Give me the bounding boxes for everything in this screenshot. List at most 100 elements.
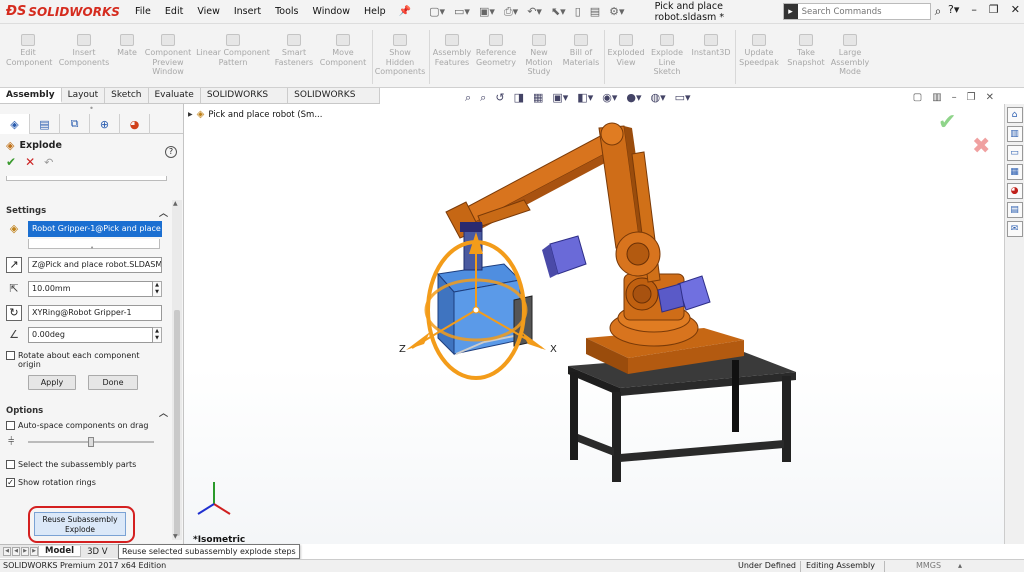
take-snapshot-button[interactable]: Take Snapshot [784,34,828,67]
edit-appearance-icon[interactable]: ●▾ [626,91,641,105]
units-system[interactable]: MMGS [916,560,941,572]
scroll-up-icon[interactable]: ▲ [173,200,178,207]
panel-grip[interactable]: • [0,104,183,114]
rebuild-icon[interactable]: ▯ [575,5,581,18]
pin-icon[interactable]: 📌 [399,6,411,17]
options-gear-icon[interactable]: ⚙▾ [609,5,624,18]
auto-space-checkbox-row[interactable]: Auto-space components on drag [6,421,148,430]
component-selection-field[interactable]: Robot Gripper-1@Pick and place [28,220,162,237]
menu-window[interactable]: Window [306,6,357,17]
panel-scrollbar[interactable]: ▲ ▼ [172,200,182,540]
direction-field[interactable]: Z@Pick and place robot.SLDASM [28,256,162,273]
viewport-split-icon[interactable]: ▢ [913,92,922,103]
save-icon[interactable]: ▣▾ [479,5,495,18]
dimxpert-tab-icon[interactable]: ⊕ [90,114,120,134]
viewport-tile-icon[interactable]: ▥ [932,92,941,103]
file-explorer-icon[interactable]: ▭ [1006,145,1023,161]
display-style-icon[interactable]: ◧▾ [577,91,593,105]
design-library-icon[interactable]: ▥ [1006,126,1023,142]
view-settings-icon[interactable]: ▭▾ [675,91,691,105]
view-palette-icon[interactable]: ▦ [1006,164,1023,180]
smart-fasteners-button[interactable]: Smart Fasteners [272,34,316,67]
tab-addins[interactable]: SOLIDWORKS Add-Ins [201,88,289,115]
slider-handle[interactable] [88,437,94,447]
search-magnifier-icon[interactable]: ⌕ [935,4,942,19]
instant3d-button[interactable]: Instant3D [688,34,734,58]
menu-file[interactable]: File [128,6,158,17]
tab-layout[interactable]: Layout [62,88,106,103]
insert-components-button[interactable]: Insert Components [56,34,112,67]
mate-button[interactable]: Mate [112,34,142,58]
select-icon[interactable]: ⬉▾ [551,5,566,18]
configuration-manager-tab-icon[interactable]: ⧉ [60,114,90,134]
select-subassembly-checkbox-row[interactable]: Select the subassembly parts [6,460,136,469]
new-motion-study-button[interactable]: New Motion Study [520,34,558,77]
viewport-minimize-icon[interactable]: – [952,92,957,103]
scroll-down-icon[interactable]: ▼ [173,533,178,540]
rotation-axis-field[interactable]: XYRing@Robot Gripper-1 [28,304,162,321]
graphics-area[interactable]: ▶ ◈ Pick and place robot (Sm... ✔ ✖ Z X … [184,104,1004,544]
zoom-area-icon[interactable]: ⌕ [480,91,486,105]
zoom-to-fit-icon[interactable]: ⌕ [465,91,471,105]
search-input[interactable] [801,6,892,17]
resize-grip-icon[interactable]: • [90,244,94,252]
rotation-axis-icon[interactable]: ↻ [6,304,22,321]
section-view-icon[interactable]: ◨ [514,91,524,105]
component-preview-button[interactable]: Component Preview Window [141,34,195,77]
tab-assembly[interactable]: Assembly [0,88,62,103]
rotate-each-checkbox-row[interactable]: Rotate about each component origin [6,351,156,369]
view-orientation-icon[interactable]: ▣▾ [552,91,568,105]
tab-evaluate[interactable]: Evaluate [149,88,201,103]
direction-arrow-icon[interactable]: ↗ [6,256,22,273]
apply-button[interactable]: Apply [28,375,76,390]
linear-pattern-button[interactable]: Linear Component Pattern [195,34,271,67]
distance-spinner[interactable]: ▲ ▼ [153,280,162,297]
tab-sketch[interactable]: Sketch [105,88,149,103]
menu-help[interactable]: Help [357,6,393,17]
edit-component-button[interactable]: Edit Component [6,34,52,67]
tab-model[interactable]: Model [38,546,82,557]
cancel-x-icon[interactable]: ✕ [25,155,35,169]
open-icon[interactable]: ▭▾ [454,5,470,18]
collapse-chevron-icon[interactable]: ︿ [159,206,168,219]
undo-icon[interactable]: ↶ [44,156,53,169]
distance-input[interactable]: 10.00mm [28,280,153,297]
last-tab-icon[interactable]: ▶ [30,547,38,556]
help-dropdown-icon[interactable]: ?▾ [948,3,959,16]
next-tab-icon[interactable]: ▶ [21,547,29,556]
feature-manager-tab-icon[interactable]: ◈ [0,114,30,134]
undo-icon[interactable]: ↶▾ [527,5,542,18]
new-document-icon[interactable]: ▢▾ [429,5,445,18]
scrollbar-thumb[interactable] [174,310,180,536]
previous-view-icon[interactable]: ↺ [495,91,504,105]
large-assembly-mode-button[interactable]: Large Assembly Mode [828,34,872,77]
solidworks-forum-icon[interactable]: ✉ [1006,221,1023,237]
dynamic-annotation-icon[interactable]: ▦ [533,91,543,105]
spacing-slider[interactable] [28,437,154,447]
show-rings-checkbox-row[interactable]: ✓ Show rotation rings [6,478,96,487]
tab-3d-views[interactable]: 3D V [81,547,113,557]
robot-model[interactable] [184,104,1004,544]
show-hidden-button[interactable]: Show Hidden Components [374,34,426,77]
auto-space-checkbox[interactable] [6,421,15,430]
menu-view[interactable]: View [190,6,227,17]
viewport-close-icon[interactable]: ✕ [986,92,994,103]
solidworks-logo[interactable]: ƉS SOLIDWORKS [0,4,128,19]
units-dropdown-icon[interactable]: ▴ [958,560,962,572]
reference-geometry-button[interactable]: Reference Geometry [474,34,518,67]
exploded-view-button[interactable]: Exploded View [605,34,647,67]
print-icon[interactable]: ⎙▾ [504,5,518,19]
show-rings-checkbox[interactable]: ✓ [6,478,15,487]
viewport-restore-icon[interactable]: ❐ [967,92,976,103]
bill-of-materials-button[interactable]: Bill of Materials [559,34,603,67]
close-icon[interactable]: ✕ [1011,3,1020,16]
update-speedpak-button[interactable]: Update Speedpak [736,34,782,67]
appearances-icon[interactable]: ◕ [1006,183,1023,199]
done-button[interactable]: Done [88,375,138,390]
prev-tab-icon[interactable]: ◀ [12,547,20,556]
options-section-header[interactable]: Options ︿ [6,406,168,419]
apply-scene-icon[interactable]: ◍▾ [650,91,665,105]
file-properties-icon[interactable]: ▤ [590,5,600,18]
first-tab-icon[interactable]: ◀ [3,547,11,556]
solidworks-resources-icon[interactable]: ⌂ [1006,107,1023,123]
